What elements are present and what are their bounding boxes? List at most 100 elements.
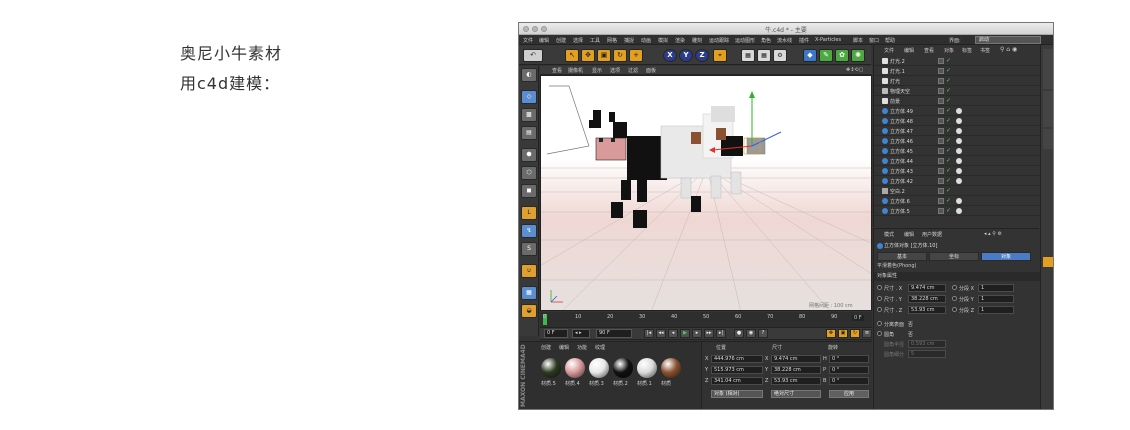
menu-item[interactable]: 工具 — [590, 37, 600, 44]
menu-item[interactable]: 模拟 — [658, 37, 668, 44]
prev-frame-icon[interactable]: ◂ — [668, 329, 678, 338]
attr-menu-item[interactable]: 编辑 — [904, 231, 914, 238]
menu-item[interactable]: 运动跟踪 — [709, 37, 729, 44]
position-z-field[interactable]: 341.04 cm — [711, 377, 763, 385]
object-menu-item[interactable]: 对象 — [944, 47, 954, 54]
size-y-radio[interactable] — [877, 296, 882, 301]
size-z-radio[interactable] — [877, 307, 882, 312]
material-tag-icon[interactable] — [956, 198, 962, 204]
menu-item[interactable]: 帮助 — [885, 37, 895, 44]
make-editable-icon[interactable]: ◐ — [521, 68, 537, 82]
render-picture-viewer-icon[interactable]: ▦ — [757, 49, 771, 62]
object-row[interactable]: 立方体.6 ✓ — [874, 197, 1040, 206]
enabled-check-icon[interactable]: ✓ — [946, 128, 952, 134]
enabled-check-icon[interactable]: ✓ — [946, 108, 952, 114]
size-z-input[interactable]: 53.93 cm — [908, 306, 946, 314]
rotation-p-field[interactable]: 0 ° — [829, 366, 869, 374]
menu-item[interactable]: 脚本 — [853, 37, 863, 44]
visibility-toggle-icon[interactable] — [938, 98, 944, 104]
enabled-check-icon[interactable]: ✓ — [946, 118, 952, 124]
menu-item[interactable]: 捕捉 — [624, 37, 634, 44]
object-menu-item[interactable]: 标签 — [962, 47, 972, 54]
magnet-icon[interactable]: ∪ — [521, 264, 537, 278]
enabled-check-icon[interactable]: ✓ — [946, 198, 952, 204]
material-swatch[interactable] — [661, 358, 681, 378]
seg-y-radio[interactable] — [952, 296, 957, 301]
object-row[interactable]: 灯光.1 ✓ — [874, 67, 1040, 76]
enabled-check-icon[interactable]: ✓ — [946, 148, 952, 154]
visibility-toggle-icon[interactable] — [938, 128, 944, 134]
menu-item[interactable]: 角色 — [761, 37, 771, 44]
attr-menu-item[interactable]: 用户数据 — [922, 231, 942, 238]
material-tag-icon[interactable] — [956, 168, 962, 174]
record-icon[interactable]: ● — [734, 329, 744, 338]
material-swatch[interactable] — [613, 358, 633, 378]
interface-select[interactable]: 启动 — [975, 36, 1041, 44]
edges-mode-icon[interactable]: ⬡ — [521, 166, 537, 180]
timeline[interactable]: 0 10 20 30 40 50 60 70 80 90 0 F — [540, 312, 872, 328]
material-tag-icon[interactable] — [956, 148, 962, 154]
tab-basic[interactable]: 基本 — [877, 252, 927, 261]
material-menu-item[interactable]: 功能 — [577, 344, 587, 351]
size-y-input[interactable]: 38.228 cm — [908, 295, 946, 303]
viewport-menu-item[interactable]: 选项 — [610, 67, 620, 74]
visibility-toggle-icon[interactable] — [938, 178, 944, 184]
menu-item[interactable]: 动画 — [641, 37, 651, 44]
menu-item[interactable]: 插件 — [799, 37, 809, 44]
seg-x-input[interactable]: 1 — [978, 284, 1014, 292]
attr-nav-icon[interactable]: ◂ ▴ ⚲ ⚙ — [984, 231, 1002, 237]
enabled-check-icon[interactable]: ✓ — [946, 58, 952, 64]
timeline-menu-icon[interactable]: ≡ — [862, 329, 872, 338]
object-row[interactable]: 立方体.47 ✓ — [874, 127, 1040, 136]
enabled-check-icon[interactable]: ✓ — [946, 208, 952, 214]
rotation-key-icon[interactable]: ↻ — [850, 329, 860, 338]
enabled-check-icon[interactable]: ✓ — [946, 158, 952, 164]
workplane-grid-icon[interactable]: ▦ — [521, 286, 537, 300]
attr-menu-item[interactable]: 模式 — [884, 231, 894, 238]
visibility-toggle-icon[interactable] — [938, 148, 944, 154]
object-row[interactable]: 灯光 ✓ — [874, 77, 1040, 86]
position-y-field[interactable]: 515.973 cm — [711, 366, 763, 374]
material-menu-item[interactable]: 创建 — [541, 344, 551, 351]
enabled-check-icon[interactable]: ✓ — [946, 168, 952, 174]
enabled-check-icon[interactable]: ✓ — [946, 88, 952, 94]
visibility-toggle-icon[interactable] — [938, 168, 944, 174]
axis-mode-icon[interactable]: L — [521, 206, 537, 220]
go-to-start-icon[interactable]: |◂ — [644, 329, 654, 338]
scale-key-icon[interactable]: ▣ — [838, 329, 848, 338]
perspective-viewport[interactable]: 网格间距 : 100 cm — [540, 75, 872, 311]
object-menu-item[interactable]: 编辑 — [904, 47, 914, 54]
seg-z-radio[interactable] — [952, 307, 957, 312]
material-tag-icon[interactable] — [956, 158, 962, 164]
autokey-icon[interactable]: ◉ — [746, 329, 756, 338]
material-tag-icon[interactable] — [956, 128, 962, 134]
go-to-end-icon[interactable]: ▸| — [716, 329, 726, 338]
size-z-field[interactable]: 53.93 cm — [771, 377, 821, 385]
menu-item[interactable]: 创建 — [556, 37, 566, 44]
size-x-field[interactable]: 9.474 cm — [771, 355, 821, 363]
x-axis-button[interactable]: X — [663, 49, 677, 62]
side-tab-attributes[interactable] — [1043, 257, 1053, 267]
scale-icon[interactable]: ▣ — [597, 49, 611, 62]
material-tag-icon[interactable] — [956, 208, 962, 214]
model-mode-icon[interactable]: ◇ — [521, 90, 537, 104]
material-menu-item[interactable]: 编辑 — [559, 344, 569, 351]
menu-item[interactable]: 选择 — [573, 37, 583, 44]
position-key-icon[interactable]: ✥ — [826, 329, 836, 338]
object-row[interactable]: 立方体.49 ✓ — [874, 107, 1040, 116]
enabled-check-icon[interactable]: ✓ — [946, 68, 952, 74]
fillet-radio[interactable] — [877, 331, 882, 336]
object-row[interactable]: 前景 ✓ — [874, 97, 1040, 106]
viewport-menu-item[interactable]: 摄像机 — [568, 67, 583, 74]
points-mode-icon[interactable]: ⬢ — [521, 148, 537, 162]
side-tab-objects[interactable] — [1043, 49, 1053, 89]
side-tab-content[interactable] — [1043, 91, 1053, 127]
tab-coordinates[interactable]: 坐标 — [929, 252, 979, 261]
material-swatch[interactable] — [541, 358, 561, 378]
y-axis-button[interactable]: Y — [679, 49, 693, 62]
enabled-check-icon[interactable]: ✓ — [946, 98, 952, 104]
keyframe-selection-icon[interactable]: ? — [758, 329, 768, 338]
current-frame-field[interactable]: 0 F — [544, 329, 568, 338]
play-icon[interactable]: ▶ — [680, 329, 690, 338]
menu-item[interactable]: 文件 — [523, 37, 533, 44]
